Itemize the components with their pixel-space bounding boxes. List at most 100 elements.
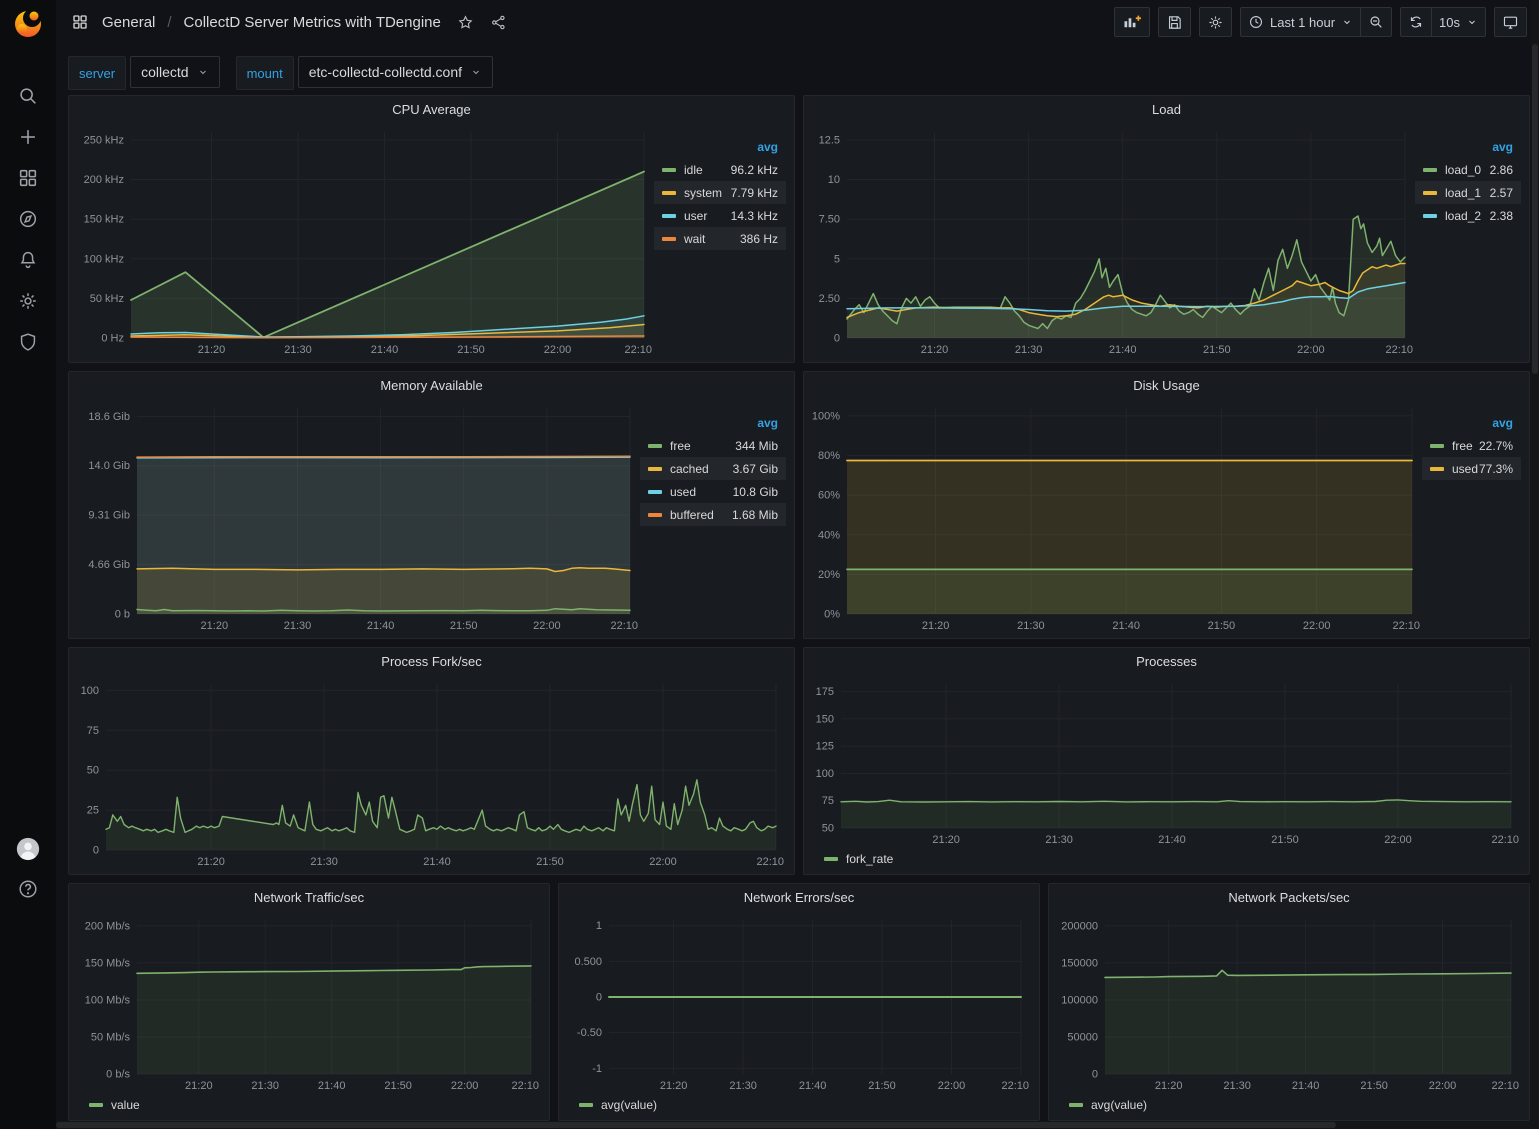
variable-server-label[interactable]: server	[68, 56, 126, 90]
disk-usage-chart[interactable]: 0%20%40%60%80%100%21:2021:3021:4021:5022…	[810, 398, 1422, 634]
refresh-interval-label: 10s	[1439, 15, 1460, 30]
network-packets-chart[interactable]: 05000010000015000020000021:2021:3021:402…	[1055, 910, 1521, 1094]
refresh-button[interactable]	[1400, 7, 1431, 37]
breadcrumb-section[interactable]: General	[102, 14, 155, 31]
network-errors-legend[interactable]: avg(value)	[565, 1094, 1031, 1116]
svg-text:21:50: 21:50	[868, 1080, 896, 1092]
star-icon[interactable]	[457, 14, 474, 31]
variable-server-value[interactable]: collectd	[130, 56, 219, 88]
legend-item[interactable]: cached3.67 Gib	[640, 457, 786, 480]
network-traffic-chart[interactable]: 0 b/s50 Mb/s100 Mb/s150 Mb/s200 Mb/s21:2…	[75, 910, 541, 1094]
svg-text:0.500: 0.500	[574, 956, 602, 968]
load-chart[interactable]: 02.5057.501012.521:2021:3021:4021:5022:0…	[810, 122, 1415, 358]
configuration-gear-icon[interactable]	[16, 289, 40, 313]
svg-text:75: 75	[822, 795, 834, 807]
legend-item[interactable]: used10.8 Gib	[640, 480, 786, 503]
svg-text:21:40: 21:40	[1109, 344, 1137, 356]
legend-item[interactable]: buffered1.68 Mib	[640, 503, 786, 526]
panel-title-load[interactable]: Load	[804, 96, 1529, 122]
legend-item[interactable]: user14.3 kHz	[654, 204, 786, 227]
legend-item[interactable]: load_22.38	[1415, 204, 1521, 227]
svg-text:22:10: 22:10	[1491, 1080, 1519, 1092]
network-traffic-legend[interactable]: value	[75, 1094, 541, 1116]
svg-text:21:20: 21:20	[921, 344, 949, 356]
vertical-scrollbar-thumb[interactable]	[1532, 44, 1538, 374]
panel-title-memory-available[interactable]: Memory Available	[69, 372, 794, 398]
svg-text:18.6 Gib: 18.6 Gib	[88, 411, 130, 423]
legend-item[interactable]: load_12.57	[1415, 181, 1521, 204]
svg-text:21:20: 21:20	[197, 856, 225, 868]
svg-text:21:30: 21:30	[284, 620, 312, 632]
variable-mount-label[interactable]: mount	[236, 56, 294, 90]
legend-item[interactable]: wait386 Hz	[654, 227, 786, 250]
vertical-scrollbar[interactable]	[1531, 0, 1539, 1129]
search-icon[interactable]	[16, 84, 40, 108]
svg-text:21:50: 21:50	[536, 856, 564, 868]
horizontal-scrollbar-thumb[interactable]	[56, 1122, 1336, 1128]
legend-item[interactable]: system7.79 kHz	[654, 181, 786, 204]
svg-text:100: 100	[81, 685, 99, 697]
legend-item[interactable]: idle96.2 kHz	[654, 158, 786, 181]
svg-text:21:50: 21:50	[1203, 344, 1231, 356]
zoom-out-time-button[interactable]	[1360, 7, 1392, 37]
svg-text:9.31 Gib: 9.31 Gib	[88, 510, 130, 522]
process-fork-chart[interactable]: 025507510021:2021:3021:4021:5022:0022:10	[75, 674, 786, 870]
panel-title-network-errors[interactable]: Network Errors/sec	[559, 884, 1039, 910]
cpu-average-chart[interactable]: 0 Hz50 kHz100 kHz150 kHz200 kHz250 kHz21…	[75, 122, 654, 358]
legend-item[interactable]: free344 Mib	[640, 434, 786, 457]
help-icon[interactable]	[16, 877, 40, 901]
panel-title-network-packets[interactable]: Network Packets/sec	[1049, 884, 1529, 910]
dashboard-toolbar: Last 1 hour 10s	[1114, 7, 1527, 37]
svg-text:200 Mb/s: 200 Mb/s	[85, 920, 131, 932]
variable-mount-value[interactable]: etc-collectd-collectd.conf	[298, 56, 493, 88]
svg-text:21:30: 21:30	[729, 1080, 757, 1092]
legend-item[interactable]: load_02.86	[1415, 158, 1521, 181]
svg-text:22:10: 22:10	[511, 1080, 539, 1092]
alerting-bell-icon[interactable]	[16, 248, 40, 272]
svg-text:21:40: 21:40	[423, 856, 451, 868]
user-avatar[interactable]	[16, 837, 40, 861]
legend-item[interactable]: used77.3%	[1422, 457, 1521, 480]
svg-text:21:30: 21:30	[284, 344, 312, 356]
refresh-interval-picker[interactable]: 10s	[1431, 7, 1486, 37]
page-title[interactable]: CollectD Server Metrics with TDengine	[184, 14, 441, 31]
cycle-view-mode-button[interactable]	[1494, 7, 1527, 37]
svg-text:0%: 0%	[824, 609, 840, 621]
panel-title-disk-usage[interactable]: Disk Usage	[804, 372, 1529, 398]
svg-text:21:50: 21:50	[457, 344, 485, 356]
svg-text:5: 5	[834, 253, 840, 265]
svg-text:21:40: 21:40	[318, 1080, 346, 1092]
admin-shield-icon[interactable]	[16, 330, 40, 354]
svg-text:21:40: 21:40	[799, 1080, 827, 1092]
horizontal-scrollbar[interactable]	[0, 1121, 1539, 1129]
network-packets-legend[interactable]: avg(value)	[1055, 1094, 1521, 1116]
memory-available-chart[interactable]: 0 b4.66 Gib9.31 Gib14.0 Gib18.6 Gib21:20…	[75, 398, 640, 634]
create-plus-icon[interactable]	[16, 125, 40, 149]
svg-text:21:30: 21:30	[1045, 834, 1073, 846]
svg-text:22:10: 22:10	[1385, 344, 1413, 356]
legend-item[interactable]: free22.7%	[1422, 434, 1521, 457]
save-dashboard-button[interactable]	[1158, 7, 1191, 37]
chevron-down-icon	[197, 66, 209, 78]
processes-legend[interactable]: fork_rate	[810, 848, 1521, 870]
svg-text:0: 0	[834, 333, 840, 345]
dashboard-grid-icon[interactable]	[68, 10, 92, 34]
dashboards-grid-icon[interactable]	[16, 166, 40, 190]
svg-text:21:20: 21:20	[932, 834, 960, 846]
dashboard-settings-button[interactable]	[1199, 7, 1232, 37]
network-errors-chart[interactable]: -1-0.5000.500121:2021:3021:4021:5022:002…	[565, 910, 1031, 1094]
share-icon[interactable]	[490, 14, 507, 31]
svg-text:150 Mb/s: 150 Mb/s	[85, 957, 131, 969]
panel-title-cpu-average[interactable]: CPU Average	[69, 96, 794, 122]
panel-title-processes[interactable]: Processes	[804, 648, 1529, 674]
panel-title-network-traffic[interactable]: Network Traffic/sec	[69, 884, 549, 910]
time-range-picker[interactable]: Last 1 hour	[1240, 7, 1360, 37]
explore-compass-icon[interactable]	[16, 207, 40, 231]
panel-process-fork: Process Fork/sec 025507510021:2021:3021:…	[68, 647, 795, 875]
add-panel-button[interactable]	[1114, 7, 1150, 37]
panel-title-process-fork[interactable]: Process Fork/sec	[69, 648, 794, 674]
panel-network-traffic: Network Traffic/sec 0 b/s50 Mb/s100 Mb/s…	[68, 883, 550, 1121]
svg-text:200 kHz: 200 kHz	[84, 174, 124, 186]
grafana-logo-icon[interactable]	[11, 6, 45, 40]
processes-chart[interactable]: 507510012515017521:2021:3021:4021:5022:0…	[810, 674, 1521, 848]
